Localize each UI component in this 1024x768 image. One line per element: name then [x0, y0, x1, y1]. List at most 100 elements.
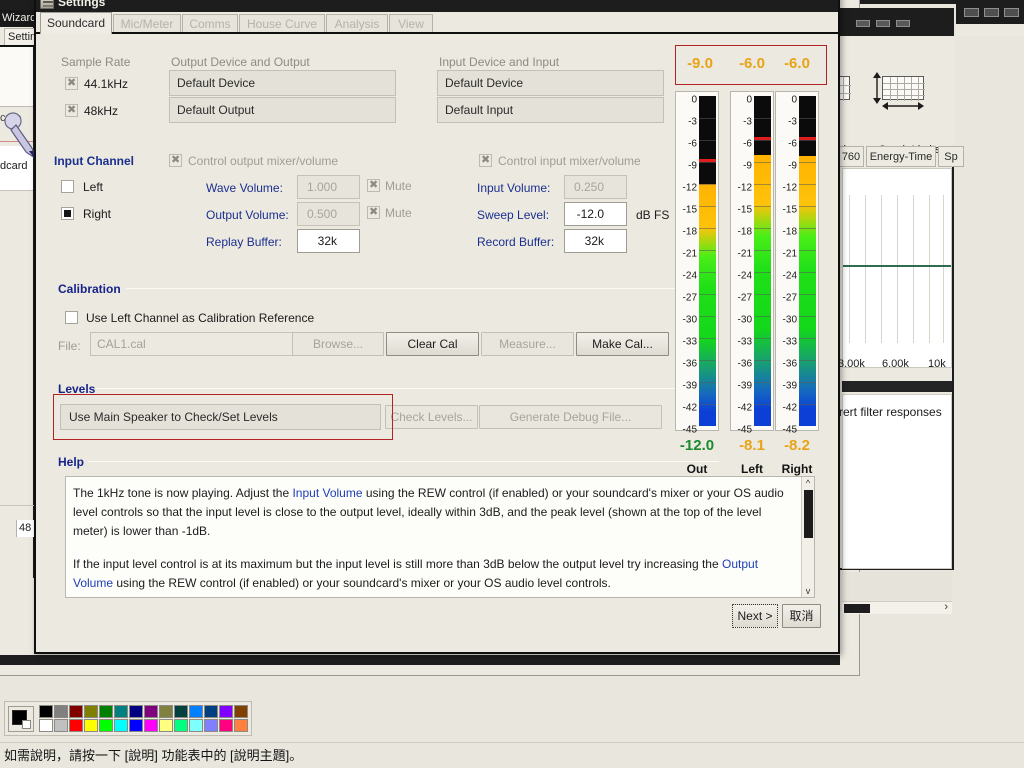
- behind-right-close-button[interactable]: [896, 20, 910, 27]
- behind-left-window-sliver: Wizard Settin cure dcard 48: [0, 0, 44, 578]
- color-swatch[interactable]: [174, 719, 188, 732]
- meter-left-tick: -39: [737, 380, 752, 392]
- tab-soundcard[interactable]: Soundcard: [40, 12, 112, 34]
- current-color-indicator[interactable]: [8, 705, 34, 732]
- meter-right-tick: 0: [791, 94, 797, 106]
- checkbox-output-mute[interactable]: [367, 205, 380, 219]
- checkbox-control-input-mixer[interactable]: [479, 153, 492, 167]
- color-swatch[interactable]: [219, 719, 233, 732]
- color-swatch[interactable]: [39, 719, 53, 732]
- meter-right-tick: -45: [782, 424, 797, 436]
- meter-grid-tick: [754, 140, 771, 141]
- color-swatch[interactable]: [234, 705, 248, 718]
- behind-right-plot[interactable]: [842, 168, 952, 368]
- combo-speaker-level-check[interactable]: Use Main Speaker to Check/Set Levels: [60, 404, 381, 430]
- combo-output-device[interactable]: Default Device: [169, 70, 396, 96]
- tab-analysis[interactable]: Analysis: [326, 14, 388, 33]
- field-wave-volume[interactable]: 1.000: [297, 175, 360, 199]
- behind-right-maximize-button[interactable]: [876, 20, 890, 27]
- combo-input-input[interactable]: Default Input: [437, 97, 664, 123]
- tab-view[interactable]: View: [389, 14, 433, 33]
- color-swatch[interactable]: [69, 705, 83, 718]
- behind-right-tab-760[interactable]: 760: [838, 146, 864, 167]
- meter-left-tick: -9: [743, 160, 752, 172]
- help-textbox[interactable]: The 1kHz tone is now playing. Adjust the…: [65, 476, 815, 598]
- checkbox-control-output-mixer[interactable]: [169, 153, 182, 167]
- combo-input-device[interactable]: Default Device: [437, 70, 664, 96]
- color-palette: [4, 701, 252, 736]
- color-swatch[interactable]: [114, 719, 128, 732]
- tab-mic-meter[interactable]: Mic/Meter: [113, 14, 181, 33]
- behind-left-numeric-field[interactable]: 48: [16, 520, 36, 537]
- color-swatch[interactable]: [84, 719, 98, 732]
- scroll-down-icon[interactable]: v: [802, 585, 814, 597]
- color-swatch[interactable]: [159, 705, 173, 718]
- tab-comms[interactable]: Comms: [182, 14, 238, 33]
- color-swatch[interactable]: [39, 705, 53, 718]
- color-swatch[interactable]: [174, 705, 188, 718]
- color-swatch[interactable]: [204, 719, 218, 732]
- behind-right-horizontal-scrollbar[interactable]: ›: [842, 601, 952, 614]
- radio-input-channel-left[interactable]: [61, 180, 74, 193]
- behind-left-menu-wizard[interactable]: Wizard: [0, 10, 36, 27]
- check-levels-button[interactable]: Check Levels...: [385, 405, 478, 429]
- color-swatch[interactable]: [144, 705, 158, 718]
- cancel-button[interactable]: 取消: [782, 604, 821, 628]
- color-swatch[interactable]: [54, 719, 68, 732]
- combo-output-output[interactable]: Default Output: [169, 97, 396, 123]
- current-background-color[interactable]: [22, 719, 31, 729]
- color-swatch[interactable]: [129, 705, 143, 718]
- clear-cal-button[interactable]: Clear Cal: [386, 332, 479, 356]
- field-input-volume[interactable]: 0.250: [564, 175, 627, 199]
- scrollbar-thumb[interactable]: [804, 490, 813, 538]
- scroll-up-icon[interactable]: ^: [802, 477, 814, 489]
- field-record-buffer[interactable]: 32k: [564, 229, 627, 253]
- meter-grid-tick: [754, 272, 771, 273]
- color-swatch[interactable]: [99, 719, 113, 732]
- color-swatch[interactable]: [114, 705, 128, 718]
- help-link-input-volume[interactable]: Input Volume: [292, 486, 362, 500]
- checkbox-use-left-channel-calibration[interactable]: [65, 311, 78, 324]
- meter-left-tick: -33: [737, 336, 752, 348]
- checkbox-wave-mute[interactable]: [367, 178, 380, 192]
- color-swatch[interactable]: [99, 705, 113, 718]
- meter-grid-tick: [754, 184, 771, 185]
- color-swatch[interactable]: [129, 719, 143, 732]
- generate-debug-file-button[interactable]: Generate Debug File...: [479, 405, 662, 429]
- behind-right-tab-spectrum[interactable]: Sp: [938, 146, 964, 167]
- color-swatch[interactable]: [204, 705, 218, 718]
- field-sweep-level[interactable]: -12.0: [564, 202, 627, 226]
- make-cal-button[interactable]: Make Cal...: [576, 332, 669, 356]
- browse-button[interactable]: Browse...: [292, 332, 384, 356]
- behind-right-minimize-button[interactable]: [856, 20, 870, 27]
- meter-left-tick: -30: [737, 314, 752, 326]
- color-swatch[interactable]: [69, 719, 83, 732]
- color-swatch[interactable]: [144, 719, 158, 732]
- radio-input-channel-right[interactable]: [61, 207, 74, 220]
- help-vertical-scrollbar[interactable]: ^ v: [801, 477, 814, 597]
- field-replay-buffer[interactable]: 32k: [297, 229, 360, 253]
- color-swatch[interactable]: [189, 719, 203, 732]
- far-right-minimize-button[interactable]: [964, 8, 979, 17]
- color-swatch[interactable]: [159, 719, 173, 732]
- settings-dialog-titlebar[interactable]: Settings: [36, 0, 838, 12]
- color-swatch[interactable]: [54, 705, 68, 718]
- field-output-volume[interactable]: 0.500: [297, 202, 360, 226]
- next-button[interactable]: Next >: [732, 604, 778, 628]
- checkbox-sample-rate-44k[interactable]: [65, 76, 78, 90]
- far-right-close-button[interactable]: [1004, 8, 1019, 17]
- far-right-maximize-button[interactable]: [984, 8, 999, 17]
- color-swatch[interactable]: [189, 705, 203, 718]
- color-swatch[interactable]: [234, 719, 248, 732]
- color-swatch[interactable]: [84, 705, 98, 718]
- graph-limits-icon[interactable]: [882, 76, 925, 101]
- tab-house-curve[interactable]: House Curve: [239, 14, 325, 33]
- meter-grid-tick: [699, 404, 716, 405]
- chevron-right-icon[interactable]: ›: [944, 601, 948, 613]
- color-swatch[interactable]: [219, 705, 233, 718]
- measure-button[interactable]: Measure...: [481, 332, 574, 356]
- scrollbar-thumb[interactable]: [844, 604, 870, 613]
- behind-right-tabs: 760 Energy-Time Sp: [838, 146, 964, 168]
- behind-right-tab-energy-time[interactable]: Energy-Time: [866, 146, 936, 167]
- checkbox-sample-rate-48k[interactable]: [65, 103, 78, 117]
